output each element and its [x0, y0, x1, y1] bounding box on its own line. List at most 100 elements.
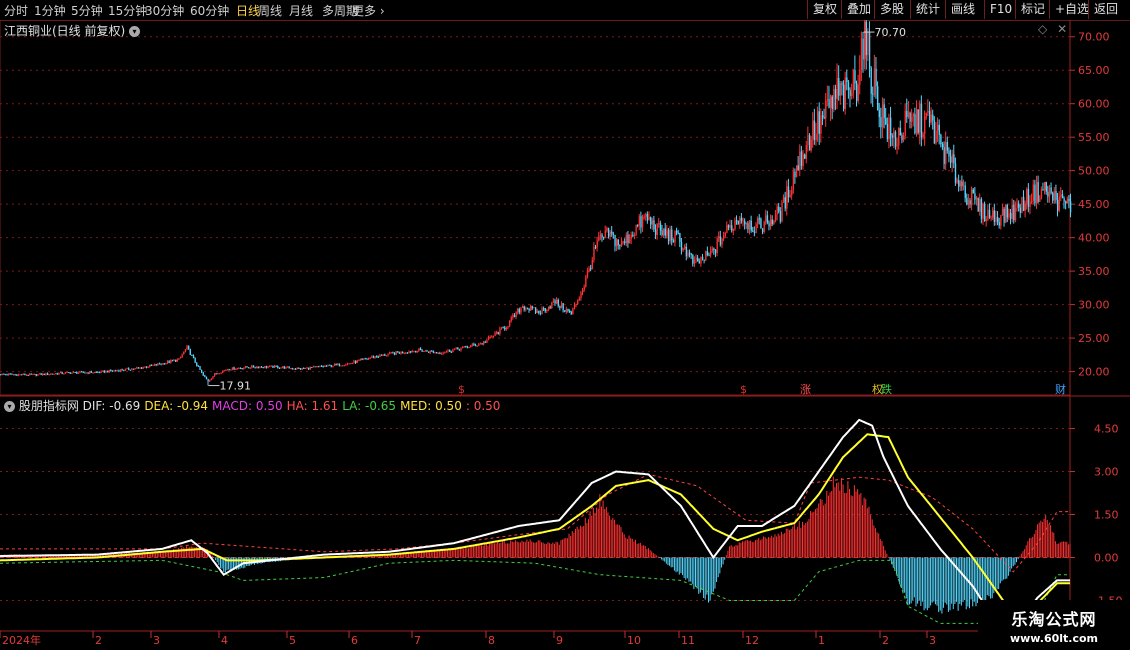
date-label: 2024年	[2, 633, 41, 647]
candle-body	[575, 303, 577, 305]
candle-body	[619, 245, 621, 247]
main-chart-title[interactable]: 江西铜业(日线 前复权) ▾	[4, 22, 141, 39]
toolbar-button-8[interactable]: 返回	[1088, 0, 1123, 19]
tab-timeframe-0[interactable]: 分时	[4, 2, 28, 19]
candle-body	[95, 372, 97, 374]
main-chart-options[interactable]: ◇ ✕	[1038, 22, 1067, 36]
candle-body	[536, 310, 538, 313]
candle-body	[447, 349, 449, 352]
candle-body	[797, 165, 799, 170]
candle-body	[988, 209, 991, 218]
candle-body	[1048, 187, 1051, 197]
candle-body	[818, 111, 821, 134]
candle-body	[462, 346, 464, 349]
toolbar-button-3[interactable]: 统计	[910, 0, 945, 19]
candle-body	[403, 353, 405, 355]
tab-timeframe-10[interactable]: 更多 ›	[352, 2, 385, 19]
tab-timeframe-6[interactable]: 日线	[236, 2, 260, 19]
candle-body	[298, 368, 300, 370]
candle-body	[580, 292, 582, 299]
tab-timeframe-4[interactable]: 30分钟	[145, 2, 184, 19]
stock-chart[interactable]: 70.0065.0060.0055.0050.0045.0040.0035.00…	[0, 20, 1130, 650]
price-tick-label: 40.00	[1078, 232, 1110, 245]
candle-body	[791, 189, 793, 196]
candle-body	[666, 229, 668, 236]
candle-body	[894, 131, 897, 147]
candle-body	[166, 361, 169, 364]
tab-timeframe-7[interactable]: 周线	[258, 2, 282, 19]
toolbar-button-1[interactable]: 叠加	[841, 0, 876, 19]
candle-body	[755, 223, 757, 233]
candle-body	[776, 206, 778, 215]
candle-body	[535, 307, 537, 313]
candle-body	[103, 370, 106, 373]
candle-body	[911, 116, 913, 122]
toolbar-button-2[interactable]: 多股	[874, 0, 909, 19]
toolbar-button-5[interactable]: F10	[984, 0, 1017, 19]
tab-timeframe-3[interactable]: 15分钟	[108, 2, 147, 19]
candle-body	[731, 225, 733, 231]
candle-body	[510, 317, 512, 321]
candle-body	[865, 21, 868, 56]
candle-body	[765, 215, 767, 223]
candle-body	[530, 306, 532, 311]
candle-body	[308, 367, 310, 370]
candle-body	[573, 304, 576, 309]
candle-body	[379, 354, 381, 357]
candle-body	[1042, 189, 1044, 191]
candle-body	[961, 181, 963, 187]
candle-body	[559, 305, 561, 309]
candle-body	[940, 134, 942, 145]
toolbar-button-0[interactable]: 复权	[807, 0, 842, 19]
close-icon[interactable]: ✕	[1057, 22, 1067, 36]
candle-body	[432, 351, 435, 353]
candle-body	[111, 370, 114, 372]
indicator-tick-label: 4.50	[1094, 423, 1119, 436]
indicator-title[interactable]: ▾ 股朋指标网 DIF: -0.69 DEA: -0.94 MACD: 0.50 HA…	[4, 397, 504, 414]
candle-body	[14, 374, 16, 376]
candle-body	[439, 353, 441, 355]
candle-body	[888, 117, 890, 140]
candle-body	[964, 185, 966, 198]
candle-body	[259, 366, 261, 369]
candle-body	[1013, 204, 1015, 221]
candle-body	[726, 225, 728, 233]
date-label: 3	[929, 634, 936, 647]
candle-body	[544, 308, 547, 312]
candle-body	[356, 360, 358, 363]
candle-body	[778, 206, 780, 212]
candle-body	[546, 309, 548, 312]
date-label: 8	[488, 634, 495, 647]
toolbar-button-4[interactable]: 画线	[945, 0, 980, 19]
candle-body	[98, 372, 101, 374]
candle-body	[703, 259, 705, 261]
tab-timeframe-8[interactable]: 月线	[289, 2, 313, 19]
candle-body	[272, 365, 274, 368]
candle-body	[899, 127, 902, 136]
candle-body	[638, 216, 641, 226]
candle-body	[828, 99, 830, 108]
candle-body	[204, 375, 206, 377]
tab-timeframe-2[interactable]: 5分钟	[71, 2, 103, 19]
tab-timeframe-1[interactable]: 1分钟	[34, 2, 66, 19]
candle-body	[189, 348, 191, 355]
candle-body	[150, 364, 153, 366]
chevron-down-icon[interactable]: ▾	[4, 401, 15, 412]
candle-body	[864, 21, 866, 60]
tab-timeframe-5[interactable]: 60分钟	[190, 2, 229, 19]
candle-body	[319, 365, 321, 367]
date-label: 5	[289, 634, 296, 647]
candle-body	[226, 369, 229, 371]
chevron-down-icon[interactable]: ▾	[129, 26, 141, 37]
candle-body	[21, 374, 23, 376]
diamond-icon[interactable]: ◇	[1038, 22, 1047, 36]
candle-body	[364, 358, 367, 360]
candle-body	[173, 359, 175, 361]
high-price-label: 70.70	[874, 26, 906, 39]
candle-body	[1050, 187, 1052, 193]
candle-body	[179, 356, 182, 359]
candle-body	[927, 110, 929, 113]
candle-body	[716, 238, 718, 253]
candle-body	[737, 220, 739, 225]
toolbar-button-6[interactable]: 标记	[1015, 0, 1050, 19]
